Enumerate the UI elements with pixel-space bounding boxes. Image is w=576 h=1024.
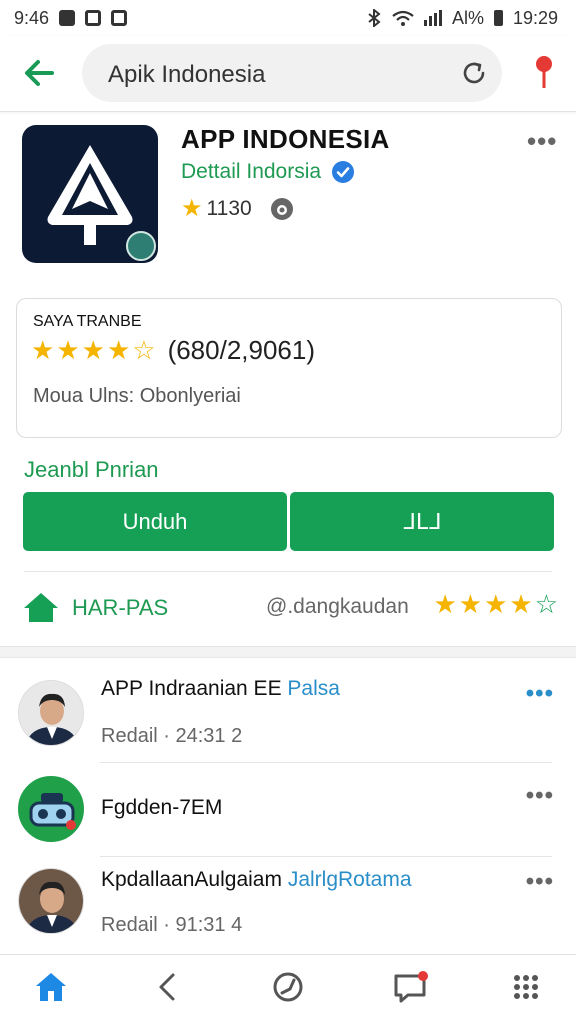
app-avatar-icon [19, 777, 83, 841]
app-rating-value: 1130 [206, 197, 252, 220]
verified-badge-icon [332, 161, 355, 183]
list-item[interactable]: KpdallaanAulgaiam JalrlgRotama Redail · … [0, 860, 576, 950]
list-item-more-icon[interactable]: ••• [526, 682, 554, 706]
ratings-label: SAYA TRANBE [33, 313, 142, 330]
divider [24, 571, 552, 572]
download-button[interactable]: Unduh [23, 492, 287, 551]
status-bar: 9:46 Al% 19:29 [0, 0, 576, 36]
list-item-title-text: APP Indraanian EE [101, 677, 282, 700]
battery-percent: Al% [451, 7, 484, 28]
ratings-count: (680/2,9061) [167, 335, 316, 365]
status-right: Al% 19:29 [366, 8, 558, 29]
section-gap [0, 646, 576, 658]
star-icon: ★ [31, 335, 55, 365]
bottom-nav [0, 954, 576, 1024]
person-icon [19, 869, 83, 933]
install-section-label: Jeanbl Pnrian [24, 457, 159, 482]
compass-icon[interactable] [270, 969, 306, 1005]
bluetooth-icon [368, 9, 381, 27]
developer-row[interactable]: Dettail Indorsia [181, 160, 355, 184]
list-item[interactable]: APP Indraanian EE Palsa Redail · 24:31 2… [0, 672, 576, 762]
list-item-tag[interactable]: JalrlgRotama [288, 868, 412, 891]
message-icon[interactable] [392, 969, 428, 1005]
list-item-title: Fgdden-7EM [101, 796, 223, 819]
refresh-icon[interactable] [460, 59, 488, 87]
ratings-info: Moua Ulns: Obonlyeriai [33, 385, 241, 407]
list-item-more-icon[interactable]: ••• [526, 784, 554, 808]
star-outline-icon: ☆ [132, 335, 156, 365]
home-icon[interactable] [33, 969, 69, 1005]
avatar [18, 868, 84, 934]
avatar [18, 680, 84, 746]
app-notification-icon [85, 10, 102, 26]
top-bar: Apik Indonesia [0, 36, 576, 112]
star-icon: ★ [81, 335, 105, 365]
divider [100, 762, 552, 763]
list-item-tag[interactable]: Palsa [287, 677, 340, 700]
meta-user[interactable]: @.dangkaudan [266, 595, 409, 619]
list-item-title: KpdallaanAulgaiam JalrlgRotama [101, 868, 412, 892]
status-time-right: 19:29 [512, 7, 558, 28]
star-outline-icon: ☆ [534, 589, 558, 619]
person-icon [19, 681, 83, 745]
star-icon: ★ [484, 589, 508, 619]
ratings-stars: ★ ★ ★ ★ ☆ (680/2,9061) [31, 337, 315, 363]
list-item-subtitle: Redail · 24:31 2 [101, 725, 243, 747]
search-input[interactable]: Apik Indonesia [108, 61, 265, 89]
battery-icon [493, 10, 503, 26]
list-item-title-text: KpdallaanAulgaiam [101, 868, 282, 891]
list-item-subtitle: Redail · 91:31 4 [101, 914, 243, 936]
list-item-more-icon[interactable]: ••• [526, 870, 554, 894]
status-time-left: 9:46 [14, 7, 50, 28]
list-item-title: APP Indraanian EE Palsa [101, 677, 340, 701]
signal-icon [423, 10, 442, 26]
app-icon [22, 125, 158, 263]
developer-name[interactable]: Dettail Indorsia [181, 160, 321, 184]
divider [100, 856, 552, 857]
status-left: 9:46 [14, 7, 128, 29]
secondary-action-button[interactable]: ᒧᒪᒧ [290, 492, 554, 551]
back-arrow-icon[interactable] [22, 56, 56, 90]
app-title: APP INDONESIA [181, 124, 390, 154]
info-icon[interactable] [270, 197, 294, 221]
list-item[interactable]: Fgdden-7EM ••• [0, 772, 576, 852]
notification-icon [59, 10, 76, 26]
gallery-icon [111, 10, 128, 26]
home-badge-icon [24, 593, 58, 622]
half-star-icon: ★ [106, 335, 131, 365]
chevron-left-icon[interactable] [150, 969, 186, 1005]
app-more-icon[interactable]: ••• [527, 128, 557, 154]
meta-stars: ★ ★ ★ ★ ☆ [433, 591, 558, 617]
meta-code: HAR-PAS [72, 595, 169, 620]
star-icon: ★ [433, 589, 457, 619]
wifi-icon [392, 10, 414, 26]
location-pin-icon[interactable] [532, 54, 556, 92]
search-bar[interactable]: Apik Indonesia [82, 44, 502, 102]
half-star-icon: ★ [509, 589, 533, 619]
apps-grid-icon[interactable] [508, 969, 544, 1005]
star-icon: ★ [56, 335, 80, 365]
meta-row: HAR-PAS @.dangkaudan ★ ★ ★ ★ ☆ [22, 588, 558, 628]
app-rating-row: ★ 1130 [181, 197, 294, 221]
app-badge-icon [126, 231, 156, 261]
avatar [18, 776, 84, 842]
star-icon: ★ [181, 195, 203, 222]
ratings-card: SAYA TRANBE ★ ★ ★ ★ ☆ (680/2,9061) Moua … [16, 298, 562, 438]
star-icon: ★ [458, 589, 483, 619]
